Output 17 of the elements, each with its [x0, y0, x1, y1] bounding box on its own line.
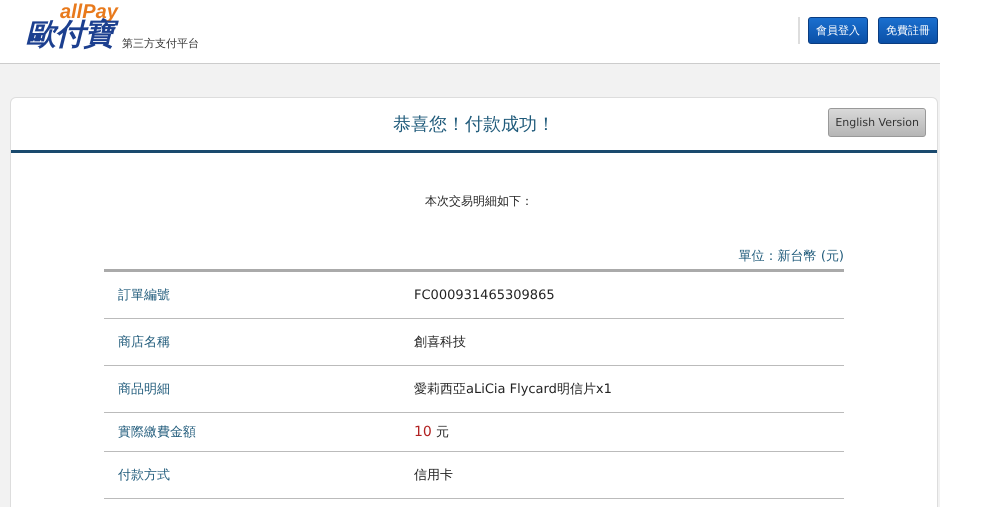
field-label: 訂單編號 — [117, 287, 171, 304]
field-value: 愛莉西亞aLiCia Flycard明信片x1 — [414, 381, 612, 398]
unit-note: 單位：新台幣 (元) — [738, 248, 844, 265]
field-label: 付款方式 — [117, 467, 171, 484]
tagline: 第三方支付平台 — [122, 38, 199, 49]
field-value: 創喜科技 — [414, 334, 466, 351]
intro-text: 本次交易明細如下： — [424, 193, 534, 210]
field-label: 商品明細 — [117, 381, 171, 398]
amount-value: 10 元 — [414, 423, 449, 441]
language-button[interactable]: English Version — [828, 108, 926, 137]
field-label: 實際繳費金額 — [117, 424, 197, 441]
login-button[interactable]: 會員登入 — [808, 17, 868, 44]
register-button[interactable]: 免費註冊 — [878, 17, 938, 44]
field-label: 商店名稱 — [117, 334, 171, 351]
field-value: FC000931465309865 — [414, 288, 555, 302]
page-title: 恭喜您！付款成功！ — [393, 113, 555, 136]
field-value: 信用卡 — [414, 467, 453, 484]
